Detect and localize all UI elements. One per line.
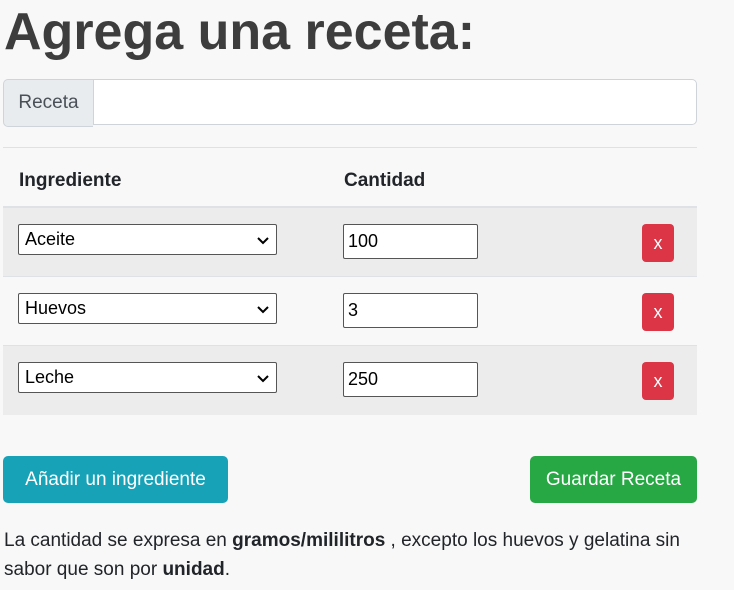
delete-ingredient-button[interactable]: x	[642, 293, 674, 331]
ingredients-table: Ingrediente Cantidad Aceite 100 x Huevos…	[3, 147, 697, 415]
recipe-form-page: Agrega una receta: Receta Ingrediente Ca…	[0, 0, 734, 590]
quantity-input[interactable]: 3	[343, 293, 478, 328]
recipe-name-group: Receta	[3, 79, 697, 127]
quantity-value: 250	[348, 369, 379, 389]
recipe-name-label: Receta	[3, 79, 93, 127]
ingredient-select-value: Huevos	[25, 298, 87, 318]
recipe-name-input[interactable]	[93, 79, 697, 125]
table-header: Ingrediente Cantidad	[3, 147, 697, 208]
table-row: Huevos 3 x	[3, 277, 697, 346]
chevron-down-icon	[257, 305, 269, 313]
note-bold-2: unidad	[162, 559, 225, 580]
quantity-input[interactable]: 100	[343, 224, 478, 259]
note-text-3: .	[224, 559, 231, 580]
ingredient-select[interactable]: Leche	[18, 362, 277, 393]
chevron-down-icon	[257, 236, 269, 244]
add-ingredient-button[interactable]: Añadir un ingrediente	[3, 456, 228, 503]
quantity-value: 3	[348, 300, 359, 320]
delete-ingredient-button[interactable]: x	[642, 224, 674, 262]
save-recipe-button[interactable]: Guardar Receta	[530, 456, 697, 503]
header-quantity: Cantidad	[344, 170, 426, 191]
quantity-note: La cantidad se expresa en gramos/mililit…	[4, 526, 694, 584]
delete-ingredient-button[interactable]: x	[642, 362, 674, 400]
header-ingredient: Ingrediente	[19, 170, 122, 191]
table-row: Leche 250 x	[3, 346, 697, 415]
page-title: Agrega una receta:	[4, 3, 476, 61]
note-text-1: La cantidad se expresa en	[4, 530, 233, 551]
ingredient-select-value: Leche	[25, 367, 75, 387]
note-bold-1: gramos/mililitros	[232, 530, 386, 551]
ingredient-select[interactable]: Aceite	[18, 224, 277, 255]
quantity-input[interactable]: 250	[343, 362, 478, 397]
quantity-value: 100	[348, 231, 379, 251]
table-row: Aceite 100 x	[3, 208, 697, 277]
chevron-down-icon	[257, 374, 269, 382]
ingredient-select[interactable]: Huevos	[18, 293, 277, 324]
ingredient-select-value: Aceite	[25, 229, 76, 249]
